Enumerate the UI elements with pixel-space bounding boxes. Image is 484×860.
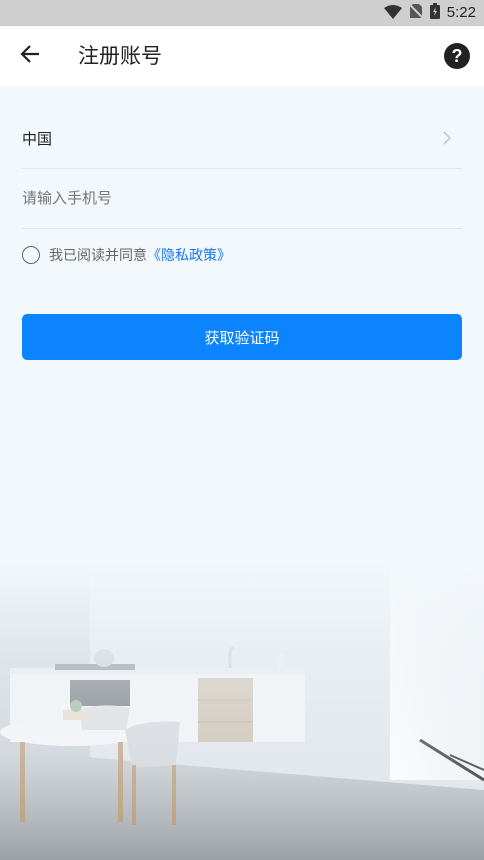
agreement-text: 我已阅读并同意 [49, 248, 147, 264]
back-button[interactable] [12, 38, 48, 74]
no-sim-icon [408, 3, 424, 23]
chevron-right-icon [440, 130, 454, 146]
country-selector[interactable]: 中国 [22, 108, 462, 169]
privacy-policy-link[interactable]: 《隐私政策》 [147, 245, 231, 265]
status-time: 5:22 [446, 4, 476, 21]
phone-field [22, 168, 462, 229]
back-arrow-icon [20, 45, 40, 67]
battery-charging-icon [429, 3, 440, 23]
agreement-checkbox[interactable] [22, 246, 40, 264]
kitchen-background-image [0, 560, 484, 860]
status-icons: 5:22 [383, 3, 476, 23]
page-title: 注册账号 [78, 44, 162, 68]
help-button[interactable]: ? [444, 43, 470, 69]
app-bar: 注册账号 ? [0, 26, 484, 86]
phone-input[interactable] [22, 178, 462, 218]
help-icon: ? [451, 45, 463, 66]
get-code-button[interactable]: 获取验证码 [22, 314, 462, 360]
wifi-icon [383, 4, 402, 23]
agreement-row: 我已阅读并同意 《隐私政策》 [22, 244, 231, 266]
status-bar: 5:22 [0, 0, 484, 26]
register-screen: 5:22 注册账号 ? 中国 我已阅读并 [0, 0, 484, 860]
country-label: 中国 [22, 129, 53, 148]
